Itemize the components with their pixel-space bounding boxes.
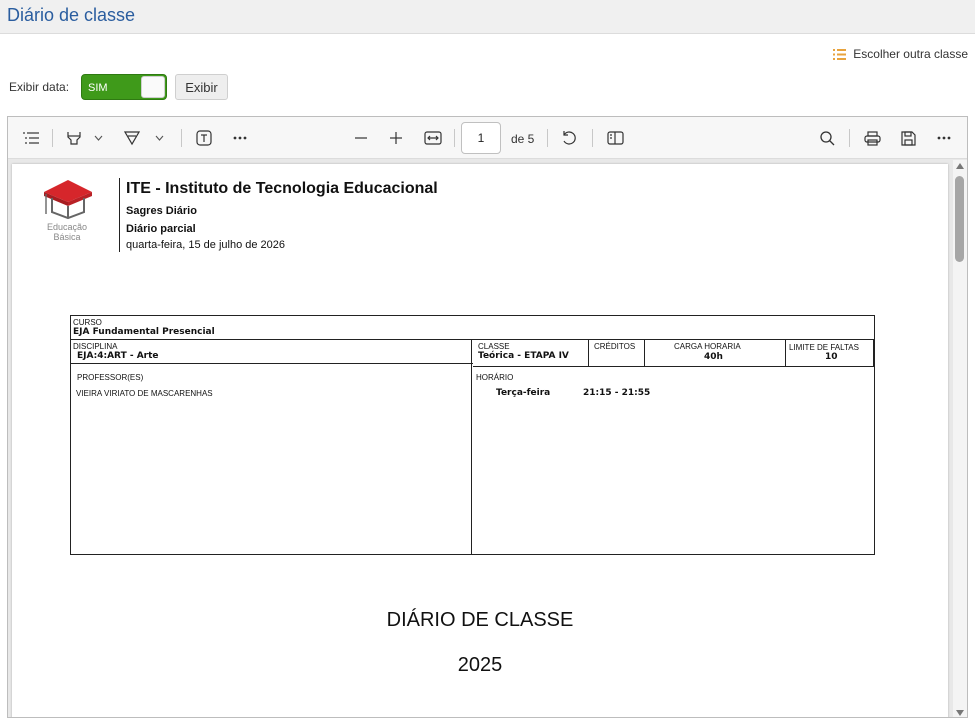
- course-value: EJA Fundamental Presencial: [73, 327, 215, 337]
- class-info-table: CURSO EJA Fundamental Presencial DISCIPL…: [70, 315, 875, 555]
- print-icon[interactable]: [861, 126, 883, 150]
- list-icon: [833, 48, 847, 60]
- institution-name: ITE - Instituto de Tecnologia Educaciona…: [126, 180, 438, 197]
- pdf-toolbar: de 5: [8, 117, 967, 159]
- header-divider: [119, 178, 120, 252]
- table-of-contents-icon[interactable]: [20, 126, 42, 150]
- draw-icon[interactable]: [122, 126, 142, 150]
- choose-other-class-label: Escolher outra classe: [853, 47, 968, 61]
- page-count: de 5: [511, 132, 535, 146]
- vertical-scrollbar[interactable]: [953, 160, 967, 717]
- report-date: quarta-feira, 15 de julho de 2026: [126, 239, 286, 251]
- report-name: Diário parcial: [126, 223, 196, 235]
- toolbar-separator: [52, 129, 53, 147]
- workload-value: 40h: [704, 352, 723, 362]
- show-date-label: Exibir data:: [9, 80, 70, 94]
- scroll-up-icon[interactable]: [956, 163, 964, 169]
- table-divider: [71, 339, 874, 340]
- fit-width-icon[interactable]: [422, 126, 444, 150]
- toolbar-separator: [547, 129, 548, 147]
- page-title: Diário de classe: [7, 5, 136, 25]
- show-button[interactable]: Exibir: [175, 74, 228, 100]
- toolbar-separator: [454, 129, 455, 147]
- rotate-icon[interactable]: [559, 126, 579, 150]
- document-area: Educação Básica ITE - Instituto de Tecno…: [8, 160, 967, 717]
- pdf-viewer: de 5: [7, 116, 968, 718]
- document-main-title: DIÁRIO DE CLASSE: [386, 609, 574, 631]
- document-year: 2025: [457, 654, 503, 676]
- toolbar-separator: [592, 129, 593, 147]
- toggle-label: SIM: [88, 82, 108, 94]
- workload-label: CARGA HORARIA: [674, 342, 741, 351]
- title-bar: Diário de classe: [0, 0, 975, 34]
- page-number-input[interactable]: [461, 122, 501, 154]
- toolbar-separator: [849, 129, 850, 147]
- search-icon[interactable]: [817, 126, 837, 150]
- table-divider: [71, 363, 473, 364]
- page-view-icon[interactable]: [604, 126, 626, 150]
- system-name: Sagres Diário: [126, 205, 197, 217]
- course-label: CURSO: [73, 318, 102, 327]
- credits-label: CRÉDITOS: [594, 342, 636, 351]
- zoom-out-icon[interactable]: [351, 126, 371, 150]
- highlight-chevron-down-icon[interactable]: [92, 126, 104, 150]
- more-tools-icon[interactable]: [230, 126, 250, 150]
- document-page: Educação Básica ITE - Instituto de Tecno…: [12, 164, 948, 717]
- zoom-in-icon[interactable]: [386, 126, 406, 150]
- table-divider: [873, 339, 875, 366]
- schedule-label: HORÁRIO: [476, 373, 514, 382]
- text-box-icon[interactable]: [194, 126, 214, 150]
- teacher-name: VIEIRA VIRIATO DE MASCARENHAS: [76, 389, 213, 398]
- table-divider: [471, 339, 472, 554]
- save-icon[interactable]: [898, 126, 918, 150]
- toggle-knob: [141, 76, 165, 98]
- teachers-label: PROFESSOR(ES): [77, 373, 144, 382]
- logo-caption: Educação Básica: [46, 222, 88, 242]
- absence-limit-value: 10: [825, 352, 838, 362]
- class-value: Teórica - ETAPA IV: [478, 351, 569, 361]
- more-options-icon[interactable]: [934, 126, 954, 150]
- highlight-icon[interactable]: [64, 126, 84, 150]
- table-divider: [473, 366, 874, 367]
- scroll-thumb[interactable]: [955, 176, 964, 262]
- class-label: CLASSE: [478, 342, 510, 351]
- discipline-label: DISCIPLINA: [73, 342, 118, 351]
- scroll-down-icon[interactable]: [956, 710, 964, 716]
- toolbar-separator: [181, 129, 182, 147]
- discipline-value: EJA:4:ART - Arte: [77, 351, 159, 361]
- draw-chevron-down-icon[interactable]: [153, 126, 165, 150]
- schedule-day: Terça-feira: [496, 388, 551, 398]
- table-divider: [588, 339, 589, 366]
- table-divider: [644, 339, 645, 366]
- choose-other-class-link[interactable]: Escolher outra classe: [833, 47, 968, 61]
- table-divider: [785, 339, 786, 366]
- show-date-toggle[interactable]: SIM: [81, 74, 167, 100]
- absence-limit-label: LIMITE DE FALTAS: [789, 343, 859, 352]
- schedule-time: 21:15 - 21:55: [583, 388, 651, 398]
